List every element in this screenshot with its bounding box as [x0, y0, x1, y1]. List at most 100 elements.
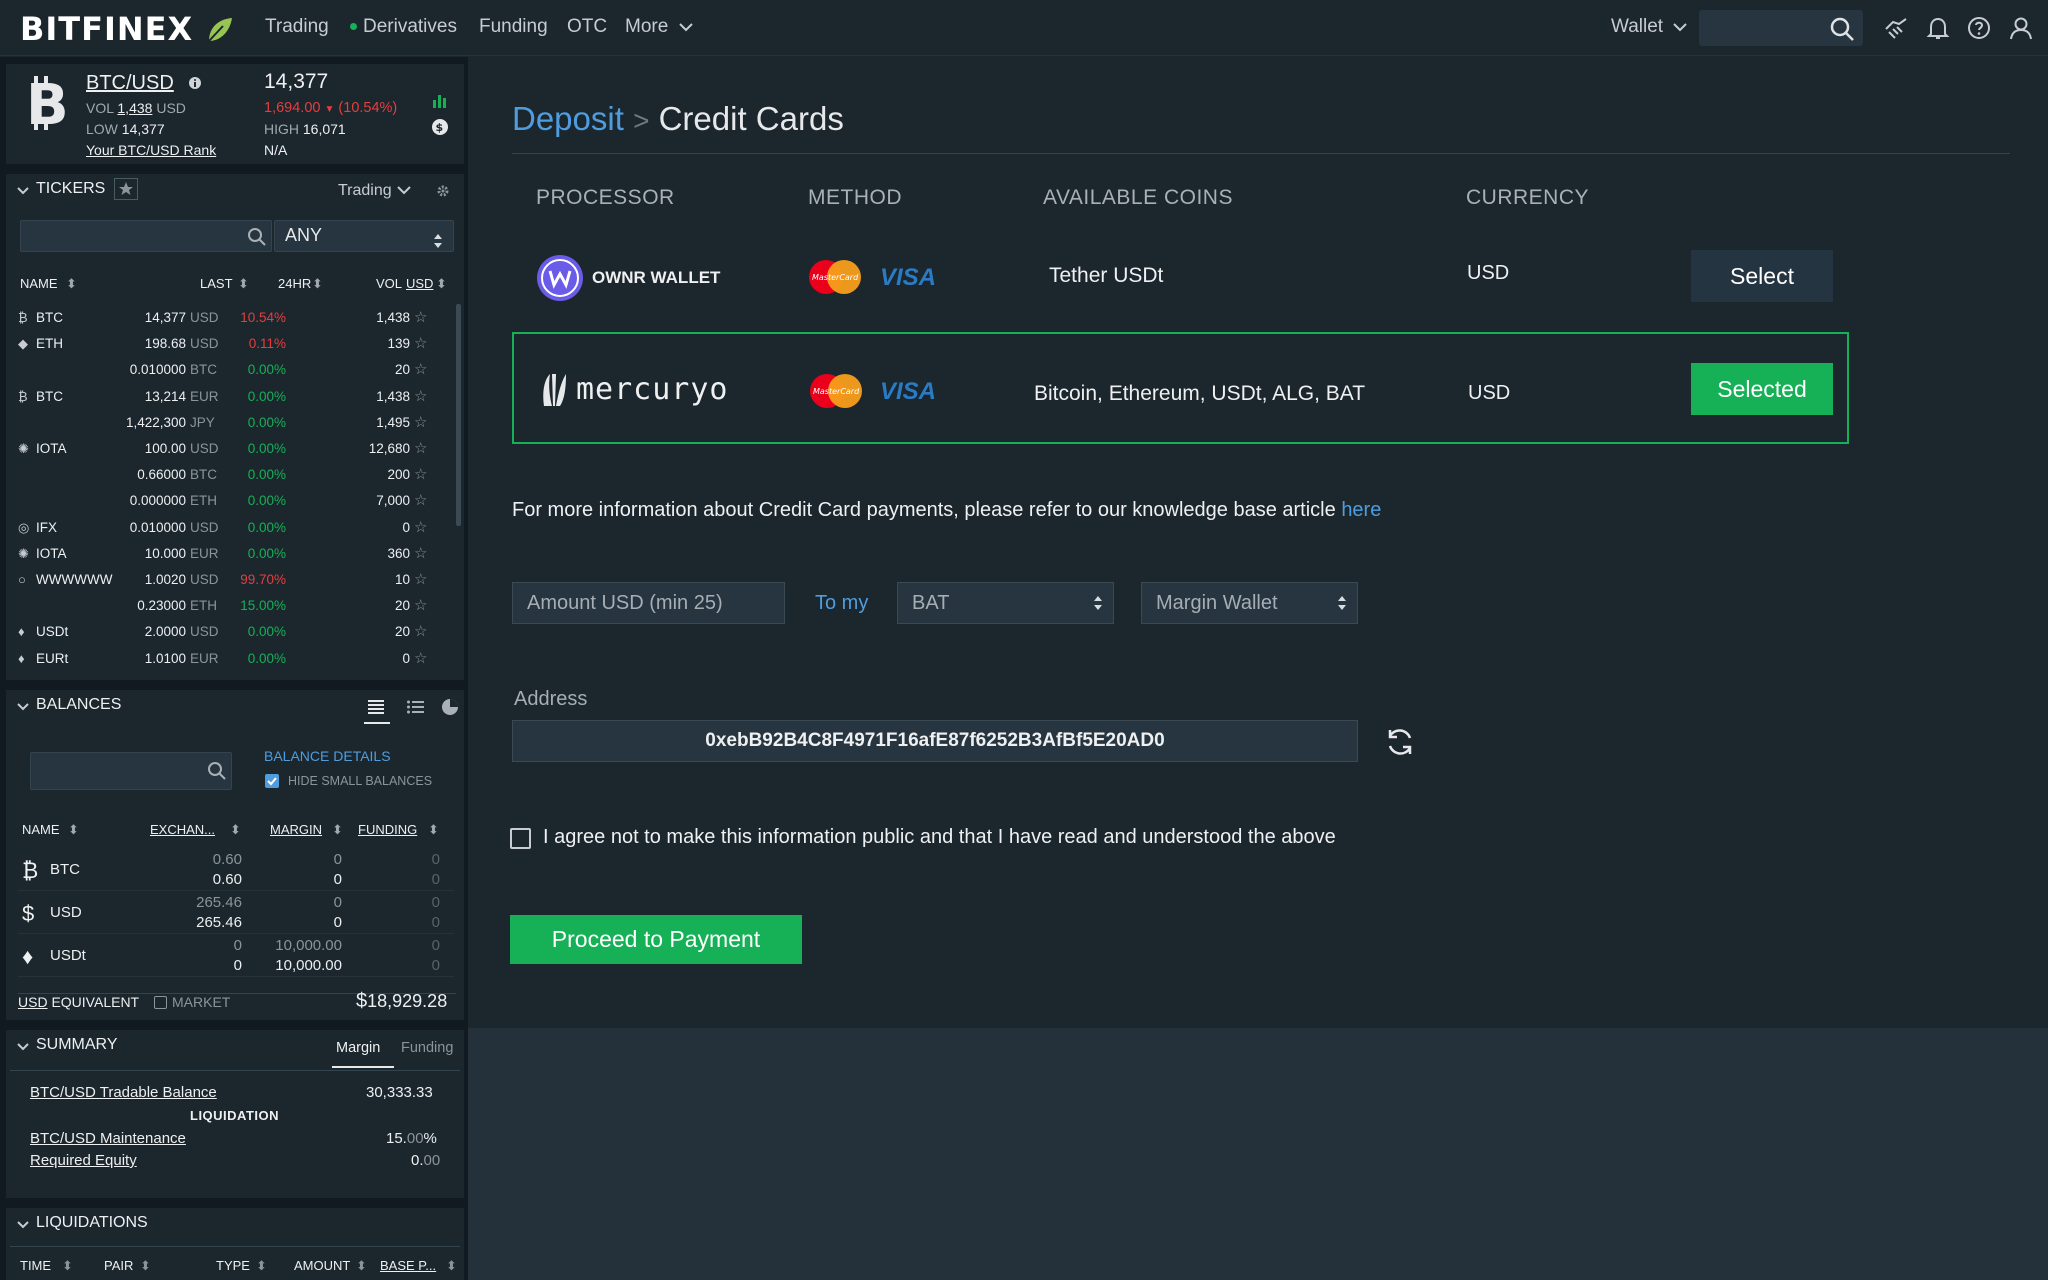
balance-row[interactable]: ♦ USDt 0 0 10,000.00 10,000.00 0 0: [18, 936, 454, 977]
nav-trading[interactable]: Trading: [265, 16, 329, 38]
bitfinex-logo[interactable]: BITFINEX: [20, 10, 233, 48]
bell-icon[interactable]: [1925, 15, 1951, 41]
nav-otc[interactable]: OTC: [567, 16, 607, 38]
ticker-row[interactable]: ♦ EURt 1.0100 EUR 0.00% 0 ☆: [18, 647, 452, 673]
col-vol[interactable]: VOL: [376, 276, 402, 291]
wallet-menu[interactable]: Wallet: [1611, 16, 1688, 38]
breadcrumb-deposit[interactable]: Deposit: [512, 100, 624, 137]
chevron-down-icon[interactable]: [16, 186, 30, 196]
ticker-row[interactable]: ♦ USDt 2.0000 USD 0.00% 20 ☆: [18, 620, 452, 646]
ticker-row[interactable]: ₿ BTC 13,214 EUR 0.00% 1,438 ☆: [18, 385, 452, 411]
chevron-down-icon[interactable]: [16, 1220, 30, 1230]
scrollbar[interactable]: [456, 304, 461, 526]
coin-select[interactable]: BAT: [897, 582, 1114, 624]
market-checkbox[interactable]: [154, 996, 167, 1009]
balance-search-input[interactable]: [30, 752, 232, 790]
nav-more[interactable]: More: [625, 16, 694, 38]
tradable-balance-label[interactable]: BTC/USD Tradable Balance: [30, 1084, 217, 1101]
star-icon[interactable]: ☆: [414, 649, 427, 667]
list-icon[interactable]: [406, 698, 426, 716]
info-icon[interactable]: [188, 76, 202, 90]
col-amount[interactable]: AMOUNT: [294, 1258, 350, 1273]
star-icon[interactable]: ☆: [414, 596, 427, 614]
ticker-row[interactable]: 1,422,300 JPY 0.00% 1,495 ☆: [22, 411, 452, 437]
agree-checkbox[interactable]: [510, 828, 531, 849]
col-base-price[interactable]: BASE P...: [380, 1258, 436, 1273]
ticker-row[interactable]: 0.010000 BTC 0.00% 20 ☆: [22, 358, 452, 384]
star-icon[interactable]: ☆: [414, 413, 427, 431]
bar-chart-icon[interactable]: [432, 92, 448, 108]
star-icon[interactable]: ☆: [414, 439, 427, 457]
dollar-coin-icon[interactable]: $: [431, 118, 449, 136]
selected-button[interactable]: Selected: [1691, 363, 1833, 415]
ticker-row[interactable]: ○ WWWWWW 1.0020 USD 99.70% 10 ☆: [18, 568, 452, 594]
pie-chart-icon[interactable]: [440, 697, 460, 717]
col-last[interactable]: LAST: [200, 276, 233, 291]
list-compact-icon[interactable]: [366, 698, 386, 716]
col-24hr[interactable]: 24HR: [278, 276, 311, 291]
star-icon[interactable]: ☆: [414, 387, 427, 405]
col-type[interactable]: TYPE: [216, 1258, 250, 1273]
tickers-mode-dropdown[interactable]: Trading: [338, 182, 412, 200]
star-icon[interactable]: ☆: [414, 334, 427, 352]
address-field[interactable]: 0xebB92B4C8F4971F16afE87f6252B3AfBf5E20A…: [512, 720, 1358, 762]
ticker-row[interactable]: 0.000000 ETH 0.00% 7,000 ☆: [22, 489, 452, 515]
search-icon[interactable]: [1829, 16, 1855, 42]
refresh-icon[interactable]: [1384, 726, 1416, 758]
ticker-row[interactable]: ◎ IFX 0.010000 USD 0.00% 0 ☆: [18, 516, 452, 542]
star-icon[interactable]: ☆: [414, 544, 427, 562]
col-vol-unit[interactable]: USD: [406, 276, 433, 291]
processor-row-mercuryo[interactable]: mercuryo MasterCard VISA Bitcoin, Ethere…: [512, 332, 1849, 444]
ticker-row[interactable]: 0.66000 BTC 0.00% 200 ☆: [22, 463, 452, 489]
balance-row[interactable]: $ USD 265.46 265.46 0 0 0 0: [18, 893, 454, 934]
favorites-toggle[interactable]: [114, 178, 138, 200]
star-icon[interactable]: ☆: [414, 491, 427, 509]
pair-name[interactable]: BTC/USD: [86, 72, 174, 95]
col-name[interactable]: NAME: [20, 276, 58, 291]
chevron-down-icon[interactable]: [16, 702, 30, 712]
select-button[interactable]: Select: [1691, 250, 1833, 302]
user-icon[interactable]: [2008, 15, 2034, 41]
ticker-search-input[interactable]: [20, 220, 272, 252]
col-exchange[interactable]: EXCHAN...: [150, 822, 215, 837]
proceed-to-payment-button[interactable]: Proceed to Payment: [510, 915, 802, 964]
hide-small-checkbox[interactable]: [265, 774, 279, 788]
star-icon[interactable]: ☆: [414, 570, 427, 588]
processor-row-ownr[interactable]: OWNR WALLET MasterCard VISA Tether USDt …: [512, 236, 1848, 318]
ticker-filter-select[interactable]: ANY: [274, 220, 454, 252]
handshake-icon[interactable]: [1883, 15, 1909, 41]
amount-input[interactable]: Amount USD (min 25): [512, 582, 785, 624]
chevron-down-icon[interactable]: [16, 1042, 30, 1052]
star-icon[interactable]: ☆: [414, 622, 427, 640]
col-name[interactable]: NAME: [22, 822, 60, 837]
star-icon[interactable]: ☆: [414, 465, 427, 483]
balance-details-link[interactable]: BALANCE DETAILS: [264, 748, 391, 764]
col-funding[interactable]: FUNDING: [358, 822, 417, 837]
tab-margin[interactable]: Margin: [336, 1040, 380, 1056]
ticker-row[interactable]: ₿ BTC 14,377 USD 10.54% 1,438 ☆: [18, 306, 452, 332]
star-icon[interactable]: ☆: [414, 308, 427, 326]
knowledge-base-link[interactable]: here: [1341, 499, 1381, 521]
col-pair[interactable]: PAIR: [104, 1258, 133, 1273]
wallet-select[interactable]: Margin Wallet: [1141, 582, 1358, 624]
rank-link[interactable]: Your BTC/USD Rank: [86, 142, 216, 158]
required-equity-label[interactable]: Required Equity: [30, 1152, 137, 1169]
search-icon[interactable]: [207, 761, 227, 781]
ticker-row[interactable]: ◆ ETH 198.68 USD 0.11% 139 ☆: [18, 332, 452, 358]
help-icon[interactable]: [1966, 15, 1992, 41]
ticker-row[interactable]: ✺ IOTA 100.00 USD 0.00% 12,680 ☆: [18, 437, 452, 463]
ticker-row[interactable]: ✺ IOTA 10.000 EUR 0.00% 360 ☆: [18, 542, 452, 568]
nav-derivatives[interactable]: Derivatives: [350, 16, 457, 38]
equiv-unit[interactable]: USD: [18, 994, 48, 1010]
col-time[interactable]: TIME: [20, 1258, 51, 1273]
maintenance-label[interactable]: BTC/USD Maintenance: [30, 1130, 186, 1147]
tab-funding[interactable]: Funding: [401, 1040, 453, 1056]
ticker-row[interactable]: 0.23000 ETH 15.00% 20 ☆: [22, 594, 452, 620]
gear-icon[interactable]: [436, 184, 450, 198]
global-search-input[interactable]: [1699, 10, 1863, 46]
col-margin[interactable]: MARGIN: [270, 822, 322, 837]
star-icon[interactable]: ☆: [414, 518, 427, 536]
nav-funding[interactable]: Funding: [479, 16, 548, 38]
search-icon[interactable]: [247, 227, 267, 247]
balance-row[interactable]: ₿ BTC 0.60 0.60 0 0 0 0: [18, 850, 454, 891]
